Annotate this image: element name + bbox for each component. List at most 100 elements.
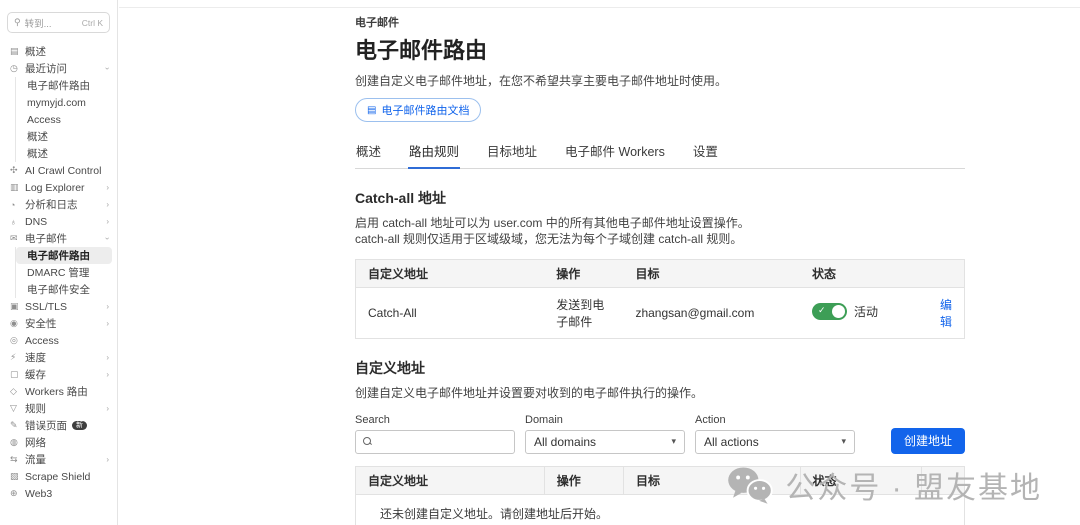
sidebar-item-label: 电子邮件路由: [27, 80, 90, 92]
shield-icon: ◉: [10, 318, 18, 328]
sidebar-item-label: 错误页面: [25, 420, 67, 432]
sidebar-item-security[interactable]: ◉ 安全性 ›: [0, 315, 117, 332]
sidebar-item-scrape-shield[interactable]: ▧ Scrape Shield: [0, 468, 117, 485]
sidebar-item-recent-mymyjd[interactable]: mymyjd.com: [16, 94, 112, 111]
edit-link[interactable]: 编辑: [940, 298, 952, 329]
catch-all-status-toggle[interactable]: ✓ 活动: [812, 303, 878, 321]
sidebar-item-recent-email-routing[interactable]: 电子邮件路由: [16, 77, 112, 94]
main-content: 电子邮件 电子邮件路由 创建自定义电子邮件地址，在您不希望共享主要电子邮件地址时…: [355, 14, 965, 525]
catch-all-address: Catch-All: [355, 287, 545, 340]
catch-all-heading: Catch-all 地址: [355, 190, 447, 206]
sidebar-item-email[interactable]: ✉ 电子邮件 ›: [0, 230, 117, 247]
check-icon: ✓: [818, 304, 826, 315]
overview-icon: ▤: [10, 46, 19, 56]
tab-目标地址[interactable]: 目标地址: [486, 137, 538, 168]
col-status: 状态: [800, 259, 922, 289]
sidebar-item-workers-routes[interactable]: ◇ Workers 路由: [0, 383, 117, 400]
sidebar-item-label: 安全性: [25, 318, 57, 330]
sidebar-item-error-pages[interactable]: ✎ 错误页面新: [0, 417, 117, 434]
search-shortcut: Ctrl K: [81, 17, 103, 28]
watermark-text: 公众号 · 盟友基地: [785, 472, 1042, 505]
sidebar-item-speed[interactable]: ⚡ 速度 ›: [0, 349, 117, 366]
chevron-right-icon: ›: [106, 319, 109, 328]
sidebar-item-label: Scrape Shield: [25, 470, 91, 483]
sidebar-item-email-routing[interactable]: 电子邮件路由: [16, 247, 112, 264]
sidebar-item-recent[interactable]: ◷ 最近访问 ›: [0, 60, 117, 77]
sidebar-item-web3[interactable]: ⊕ Web3: [0, 485, 117, 502]
global-search-input[interactable]: ⚲ 转到... Ctrl K: [7, 12, 110, 33]
sidebar-item-label: 速度: [25, 352, 46, 364]
action-select-value: All actions: [704, 434, 759, 449]
search-field-label: Search: [355, 413, 390, 426]
sidebar-item-label: 概述: [27, 131, 48, 143]
action-select[interactable]: All actions ▾: [695, 429, 855, 454]
address-search-input[interactable]: [380, 434, 506, 449]
sidebar-item-log-explorer[interactable]: ▥ Log Explorer ›: [0, 179, 117, 196]
sidebar-item-recent-access[interactable]: Access: [16, 111, 112, 128]
chevron-right-icon: ›: [106, 217, 109, 226]
log-icon: ▥: [10, 182, 19, 192]
sidebar-item-ssl-tls[interactable]: ▣ SSL/TLS ›: [0, 298, 117, 315]
breadcrumb: 电子邮件: [355, 17, 399, 29]
sidebar-item-recent-overview-1[interactable]: 概述: [16, 128, 112, 145]
tab-路由规则[interactable]: 路由规则: [408, 137, 461, 169]
sidebar-item-label: 网络: [25, 437, 46, 449]
tab-设置[interactable]: 设置: [692, 137, 719, 168]
sidebar-item-label: Access: [25, 334, 59, 347]
tab-概述[interactable]: 概述: [355, 137, 382, 168]
app-window: ⚲ 转到... Ctrl K ▤ 概述 ◷ 最近访问 › 电子邮件路由 mymyjd.com…: [0, 0, 1080, 525]
sidebar-item-label: SSL/TLS: [25, 300, 68, 313]
tab-电子邮件 Workers[interactable]: 电子邮件 Workers: [564, 137, 666, 168]
domain-select-value: All domains: [534, 434, 597, 449]
watermark: 公众号 · 盟友基地: [727, 463, 1042, 507]
col-action: 操作: [544, 259, 624, 289]
sidebar-item-recent-overview-2[interactable]: 概述: [16, 145, 112, 162]
create-address-button[interactable]: 创建地址: [890, 427, 965, 454]
lock-icon: ▣: [10, 301, 19, 311]
sidebar-item-analytics-logs[interactable]: ◔ 分析和日志 ›: [0, 196, 117, 213]
col-custom-address: 自定义地址: [355, 465, 545, 495]
sidebar-item-label: 流量: [25, 454, 46, 466]
sidebar-item-label: Web3: [25, 487, 53, 500]
sidebar-item-rules[interactable]: ▽ 规则 ›: [0, 400, 117, 417]
workers-icon: ◇: [10, 386, 17, 396]
sidebar-item-email-security[interactable]: 电子邮件安全: [16, 281, 112, 298]
catch-all-description: 启用 catch-all 地址可以为 user.com 中的所有其他电子邮件地址…: [355, 215, 965, 247]
domain-select[interactable]: All domains ▾: [525, 429, 685, 454]
sidebar-nav: ▤ 概述 ◷ 最近访问 › 电子邮件路由 mymyjd.com Access 概述 概述 ✣ AI C…: [0, 43, 117, 502]
chevron-right-icon: ›: [106, 455, 109, 464]
clock-icon: ◷: [10, 63, 18, 73]
chevron-down-icon: ›: [103, 237, 113, 240]
sidebar-item-caching[interactable]: ▢ 缓存 ›: [0, 366, 117, 383]
sidebar-item-overview[interactable]: ▤ 概述: [0, 43, 117, 60]
scrape-shield-icon: ▧: [10, 471, 19, 481]
catch-all-action: 发送到电子邮件: [544, 287, 624, 340]
error-pages-icon: ✎: [10, 420, 18, 430]
catch-all-destination: zhangsan@gmail.com: [623, 287, 801, 340]
sidebar-item-ai-crawl-control[interactable]: ✣ AI Crawl Control: [0, 162, 117, 179]
sidebar-item-label: 最近访问: [25, 63, 67, 75]
col-edit: [921, 259, 965, 289]
sidebar-item-network[interactable]: ◍ 网络: [0, 434, 117, 451]
chevron-down-icon: ▾: [671, 436, 676, 447]
sidebar-item-label: Workers 路由: [25, 386, 88, 398]
sidebar-item-dmarc[interactable]: DMARC 管理: [16, 264, 112, 281]
catch-all-table-header: 自定义地址 操作 目标 状态: [355, 259, 965, 289]
chevron-right-icon: ›: [106, 370, 109, 379]
sidebar-item-label: 概述: [25, 46, 46, 58]
chevron-right-icon: ›: [106, 200, 109, 209]
tab-bar: 概述 路由规则 目标地址 电子邮件 Workers 设置: [355, 137, 965, 169]
docs-link-pill[interactable]: ▤ 电子邮件路由文档: [355, 98, 482, 122]
col-action: 操作: [543, 465, 624, 495]
sidebar-item-access[interactable]: ◎ Access: [0, 332, 117, 349]
access-icon: ◎: [10, 335, 18, 345]
email-icon: ✉: [10, 233, 18, 243]
sidebar-item-dns[interactable]: ♁ DNS ›: [0, 213, 117, 230]
sidebar-subgroup: 电子邮件路由 mymyjd.com Access 概述 概述: [15, 77, 112, 162]
sidebar-subgroup: 电子邮件路由 DMARC 管理 电子邮件安全: [15, 247, 112, 298]
traffic-icon: ⇆: [10, 454, 18, 464]
chevron-right-icon: ›: [106, 183, 109, 192]
new-badge: 新: [72, 421, 87, 430]
sidebar-item-traffic[interactable]: ⇆ 流量 ›: [0, 451, 117, 468]
chevron-down-icon: ▾: [841, 436, 846, 447]
